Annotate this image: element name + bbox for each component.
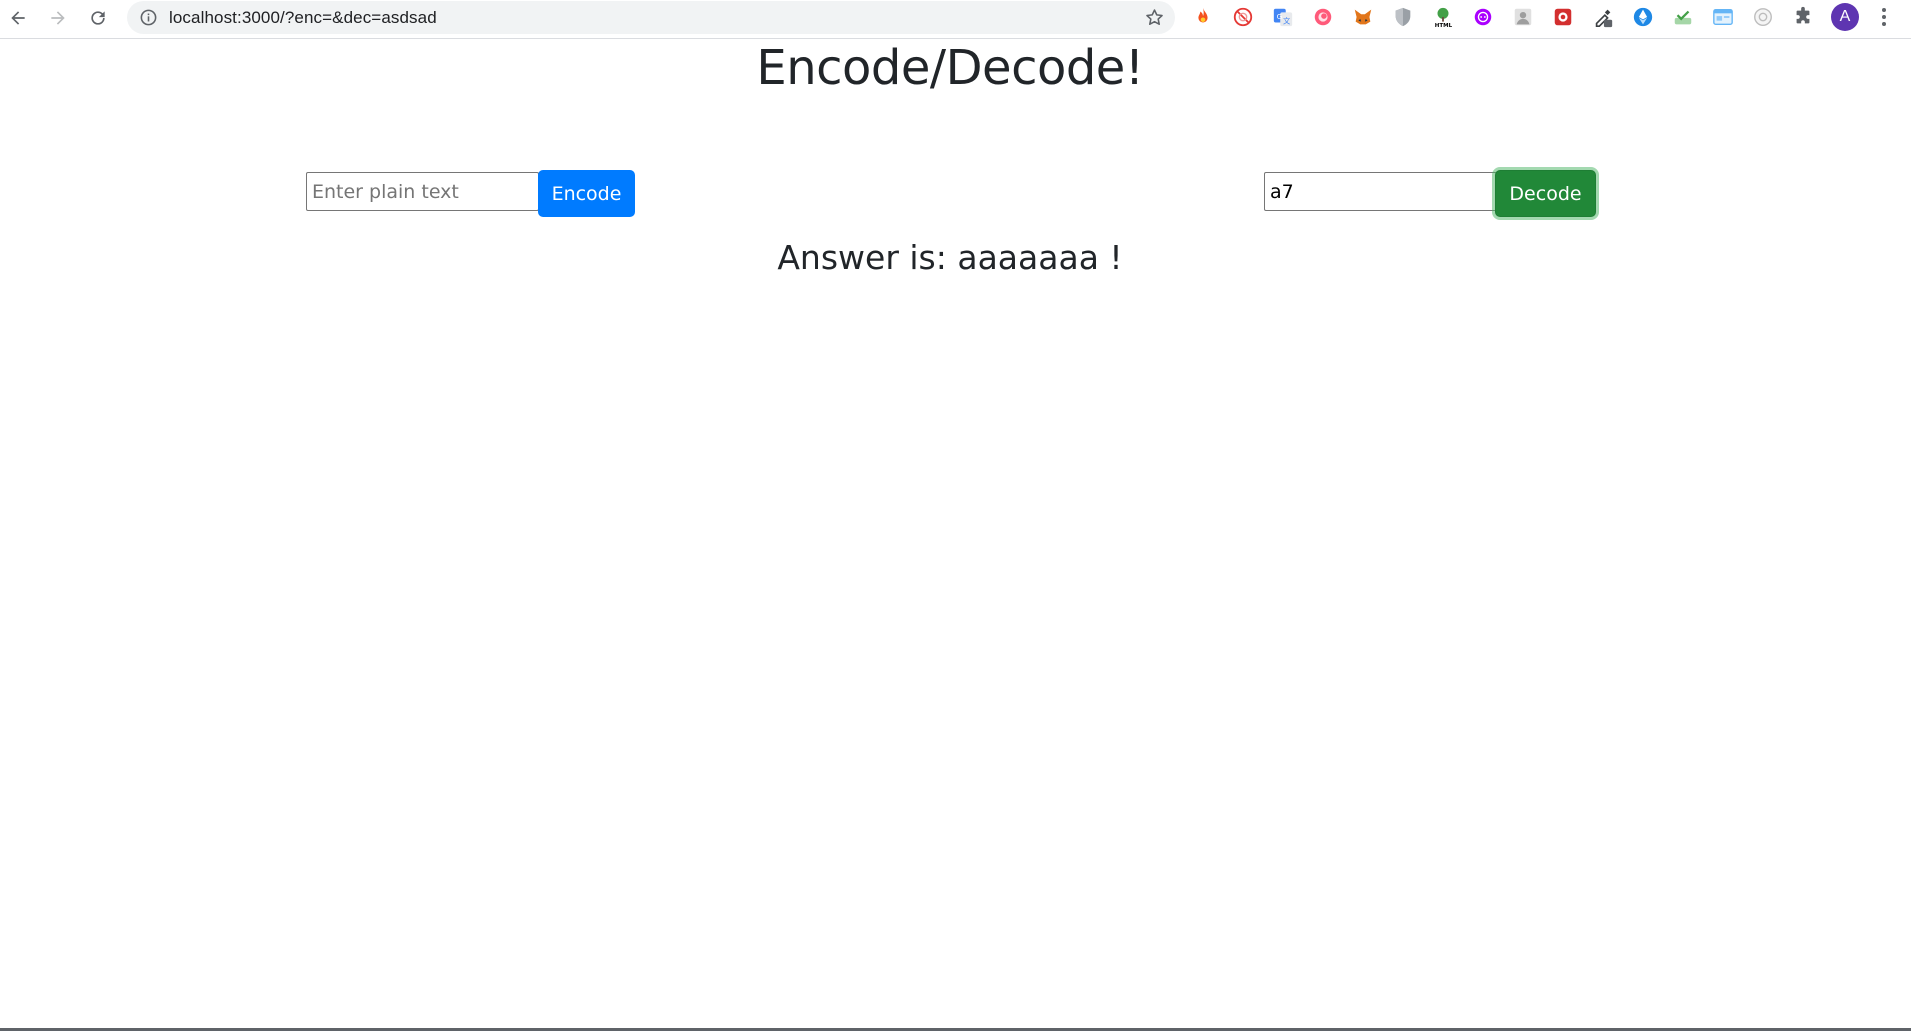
decode-input[interactable] — [1264, 172, 1497, 211]
encode-input[interactable] — [306, 172, 539, 211]
pink-circle-extension-icon[interactable] — [1311, 5, 1335, 29]
html-tree-extension-icon[interactable]: HTML — [1431, 5, 1455, 29]
reload-button[interactable] — [82, 2, 114, 34]
fire-extension-icon[interactable] — [1191, 5, 1215, 29]
page-title: Encode/Decode! — [756, 40, 1144, 96]
purple-circle-extension-icon[interactable] — [1471, 5, 1495, 29]
svg-text:HTML: HTML — [1435, 23, 1453, 28]
decode-button[interactable]: Decode — [1495, 170, 1596, 217]
svg-text:G: G — [1277, 12, 1283, 21]
puzzle-extension-icon[interactable] — [1791, 5, 1815, 29]
address-bar[interactable]: localhost:3000/?enc=&dec=asdsad — [127, 1, 1175, 34]
info-icon[interactable] — [139, 8, 158, 27]
shield-extension-icon[interactable] — [1391, 5, 1415, 29]
reload-icon — [91, 11, 105, 25]
profile-avatar[interactable]: A — [1831, 3, 1859, 31]
bookmark-star-icon[interactable] — [1144, 7, 1165, 28]
circle-extension-icon[interactable] — [1751, 5, 1775, 29]
encode-button[interactable]: Encode — [538, 170, 635, 217]
window-card-extension-icon[interactable] — [1711, 5, 1735, 29]
address-url[interactable]: localhost:3000/?enc=&dec=asdsad — [169, 8, 437, 28]
ethereum-extension-icon[interactable] — [1631, 5, 1655, 29]
forward-button[interactable] — [42, 2, 74, 34]
back-button[interactable] — [2, 2, 34, 34]
red-box-extension-icon[interactable] — [1551, 5, 1575, 29]
photo-extension-icon[interactable] — [1511, 5, 1535, 29]
checkmark-tray-extension-icon[interactable] — [1671, 5, 1695, 29]
back-arrow-icon — [11, 11, 25, 25]
answer-text: Answer is: aaaaaaa ! — [777, 238, 1123, 277]
metamask-fox-extension-icon[interactable] — [1351, 5, 1375, 29]
no-entry-extension-icon[interactable] — [1231, 5, 1255, 29]
eyedropper-extension-icon[interactable] — [1591, 5, 1615, 29]
browser-toolbar: localhost:3000/?enc=&dec=asdsad G文 HTML — [0, 0, 1911, 39]
forward-arrow-icon — [51, 11, 65, 25]
browser-menu-icon[interactable] — [1874, 4, 1894, 30]
svg-text:文: 文 — [1283, 16, 1291, 25]
google-translate-extension-icon[interactable]: G文 — [1271, 5, 1295, 29]
